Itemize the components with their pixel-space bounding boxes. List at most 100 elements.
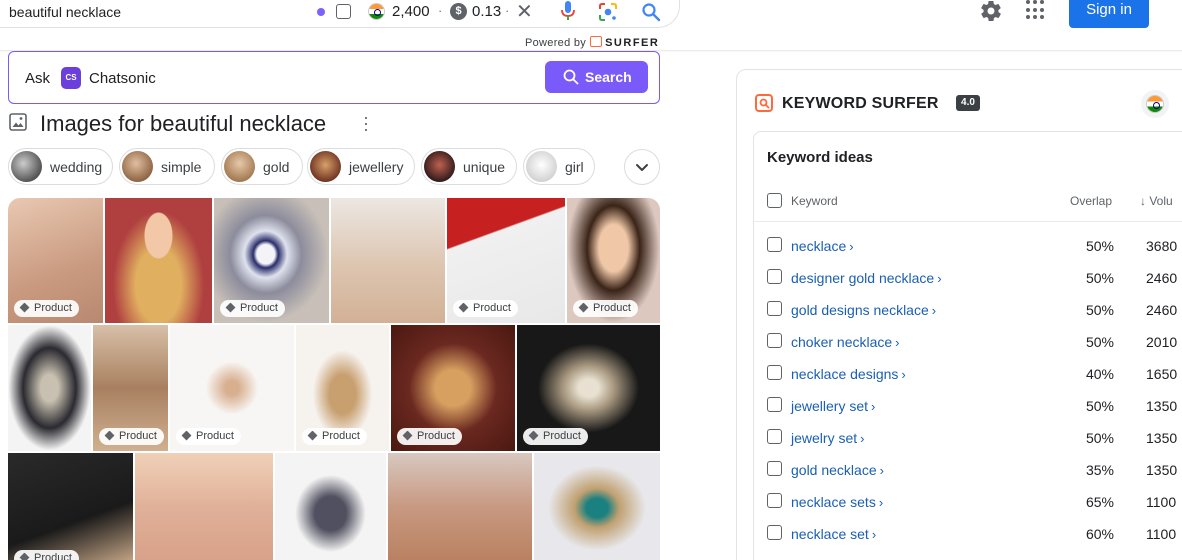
keyword-checkbox[interactable]: [767, 269, 782, 284]
keyword-link[interactable]: gold designs necklace ›: [791, 302, 936, 318]
image-result[interactable]: Product: [296, 325, 389, 451]
image-result[interactable]: [105, 198, 212, 323]
separator-dot: ·: [505, 3, 510, 18]
powered-by-surfer[interactable]: Powered by SURFER: [525, 36, 659, 49]
keyword-link[interactable]: jewelry set ›: [791, 430, 864, 446]
image-result[interactable]: Product: [8, 453, 133, 560]
image-result[interactable]: Product: [447, 198, 565, 323]
image-result[interactable]: Product: [93, 325, 168, 451]
product-badge: Product: [220, 300, 285, 317]
select-checkbox[interactable]: [336, 4, 351, 19]
chip-simple[interactable]: simple: [119, 148, 215, 185]
image-result[interactable]: [8, 325, 91, 451]
chatsonic-label: Chatsonic: [89, 70, 156, 87]
dollar-icon: $: [450, 3, 467, 20]
overlap-value: 65%: [1085, 494, 1114, 510]
volume-value: 1650: [1146, 366, 1178, 382]
chip-thumbnail: [424, 151, 455, 182]
image-result[interactable]: [534, 453, 660, 560]
column-overlap[interactable]: Overlap: [1070, 194, 1112, 208]
keyword-link[interactable]: necklace sets ›: [791, 494, 883, 510]
volume-value: 2010: [1146, 334, 1178, 350]
chip-unique[interactable]: unique: [421, 148, 517, 185]
keyword-table-header: Keyword Overlap ↓ Volu: [754, 190, 1182, 222]
chip-gold[interactable]: gold: [221, 148, 303, 185]
product-badge: Product: [302, 428, 367, 445]
keyword-ideas-heading: Keyword ideas: [767, 149, 873, 166]
overlap-value: 50%: [1085, 270, 1114, 286]
lens-icon[interactable]: [598, 2, 618, 22]
chip-jewellery[interactable]: jewellery: [307, 148, 415, 185]
keyword-link[interactable]: jewellery set ›: [791, 398, 875, 414]
keyword-checkbox[interactable]: [767, 333, 782, 348]
keyword-link[interactable]: designer gold necklace ›: [791, 270, 942, 286]
search-icon[interactable]: [641, 2, 661, 22]
column-keyword: Keyword: [791, 194, 838, 208]
image-result[interactable]: Product: [567, 198, 660, 323]
keyword-checkbox[interactable]: [767, 397, 782, 412]
clear-icon[interactable]: ✕: [516, 0, 533, 24]
country-selector[interactable]: [1141, 90, 1169, 118]
overlap-value: 50%: [1085, 430, 1114, 446]
chatsonic-bar: Ask CS Chatsonic Search: [8, 51, 660, 104]
gear-icon[interactable]: [979, 0, 1003, 23]
apps-grid-icon[interactable]: [1026, 0, 1046, 20]
image-result[interactable]: [135, 453, 273, 560]
keyword-link[interactable]: choker necklace ›: [791, 334, 900, 350]
keyword-checkbox[interactable]: [767, 461, 782, 476]
chips-scroll-button[interactable]: [624, 149, 660, 185]
image-icon: [9, 113, 27, 131]
chip-girl[interactable]: girl: [523, 148, 595, 185]
keyword-link[interactable]: necklace set ›: [791, 526, 876, 542]
overlap-value: 50%: [1085, 238, 1114, 254]
product-badge: Product: [99, 428, 164, 445]
chip-thumbnail: [122, 151, 153, 182]
product-badge: Product: [14, 300, 79, 317]
chip-wedding[interactable]: wedding: [8, 148, 113, 185]
keyword-checkbox[interactable]: [767, 365, 782, 380]
keyword-link[interactable]: gold necklace ›: [791, 462, 884, 478]
keyword-row: jewelry set › 50% 1350: [754, 425, 1182, 457]
select-all-checkbox[interactable]: [767, 193, 782, 208]
microphone-icon[interactable]: [561, 1, 575, 21]
keyword-checkbox[interactable]: [767, 493, 782, 508]
column-volume[interactable]: ↓ Volu: [1140, 194, 1173, 208]
image-result[interactable]: Product: [214, 198, 329, 323]
keyword-link[interactable]: necklace ›: [791, 238, 854, 254]
search-bar: beautiful necklace 2,400 · $ 0.13 · ✕: [0, 0, 680, 28]
volume-value: 1350: [1146, 430, 1178, 446]
keyword-checkbox[interactable]: [767, 237, 782, 252]
more-options-icon[interactable]: · · ·: [359, 108, 373, 138]
keyword-link[interactable]: necklace designs ›: [791, 366, 906, 382]
image-result[interactable]: Product: [8, 198, 103, 323]
volume-value: 1350: [1146, 462, 1178, 478]
keyword-checkbox[interactable]: [767, 429, 782, 444]
image-result[interactable]: [388, 453, 532, 560]
chip-thumbnail: [310, 151, 341, 182]
product-badge: Product: [523, 428, 588, 445]
keyword-surfer-title: KEYWORD SURFER: [782, 95, 939, 112]
volume-value: 1100: [1146, 494, 1177, 510]
ask-label: Ask: [25, 70, 51, 87]
separator-dot: ·: [438, 3, 443, 18]
keyword-row: necklace › 50% 3680: [754, 233, 1182, 265]
keyword-row: designer gold necklace › 50% 2460: [754, 265, 1182, 297]
keyword-checkbox[interactable]: [767, 301, 782, 316]
search-input[interactable]: beautiful necklace: [9, 4, 121, 20]
image-result[interactable]: Product: [391, 325, 515, 451]
chip-thumbnail: [224, 151, 255, 182]
keyword-checkbox[interactable]: [767, 525, 782, 540]
image-result[interactable]: [331, 198, 445, 323]
cpc-value: 0.13: [472, 3, 502, 20]
image-result[interactable]: [275, 453, 386, 560]
image-result[interactable]: Product: [517, 325, 660, 451]
surfer-logo-icon: [590, 36, 603, 47]
overlap-value: 50%: [1085, 334, 1114, 350]
chatsonic-logo-icon: CS: [61, 67, 81, 89]
image-result[interactable]: Product: [170, 325, 294, 451]
sign-in-button[interactable]: Sign in: [1069, 0, 1149, 28]
overlap-value: 50%: [1085, 398, 1114, 414]
india-flag-icon: [368, 3, 385, 20]
chatsonic-search-button[interactable]: Search: [545, 61, 648, 93]
chip-thumbnail: [11, 151, 42, 182]
